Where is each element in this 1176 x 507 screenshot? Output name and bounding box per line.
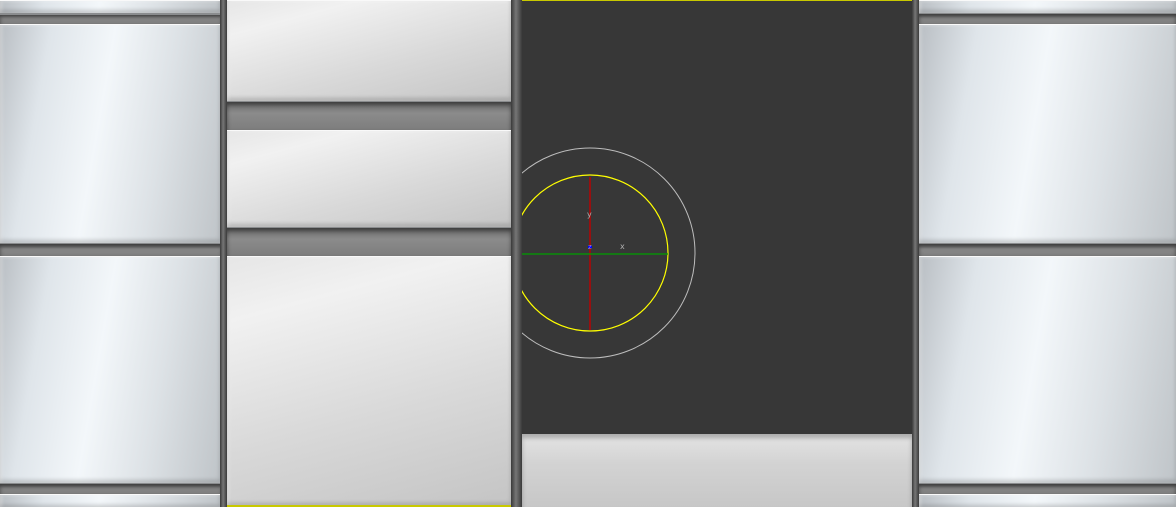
center-panel-middle bbox=[227, 130, 511, 229]
center-panel-top bbox=[227, 0, 511, 103]
left-groove-top bbox=[0, 14, 222, 24]
gizmo-label-y: y bbox=[587, 210, 592, 219]
seam-left bbox=[220, 0, 227, 507]
center-groove-1 bbox=[227, 102, 511, 130]
right-panel-top-strip bbox=[919, 0, 1176, 15]
right-panel-bottom-strip bbox=[919, 494, 1176, 507]
seam-right bbox=[912, 0, 919, 507]
seam-center bbox=[511, 0, 522, 507]
gizmo-label-z: z bbox=[588, 243, 592, 251]
right-groove-top bbox=[919, 14, 1176, 24]
transform-gizmo[interactable]: y z x bbox=[522, 1, 912, 435]
viewport-floor-panel bbox=[522, 434, 912, 507]
left-groove-bottom bbox=[0, 484, 222, 494]
left-panel-lower bbox=[0, 256, 220, 485]
center-panel-bottom bbox=[227, 256, 511, 507]
3d-scene-canvas[interactable]: y z x bbox=[0, 0, 1176, 507]
left-panel-bottom-strip bbox=[0, 494, 220, 507]
right-panel-upper bbox=[919, 24, 1176, 245]
left-panel-top-strip bbox=[0, 0, 220, 15]
right-panel-lower bbox=[919, 256, 1176, 485]
left-panel-upper bbox=[0, 24, 220, 245]
gizmo-inner-ring[interactable] bbox=[522, 174, 669, 332]
center-groove-2 bbox=[227, 228, 511, 256]
right-groove-bottom bbox=[919, 484, 1176, 494]
gizmo-label-x: x bbox=[620, 242, 625, 251]
right-groove-middle bbox=[919, 244, 1176, 256]
left-groove-middle bbox=[0, 244, 222, 256]
gizmo-outer-ring[interactable] bbox=[522, 147, 696, 359]
viewport[interactable]: y z x bbox=[522, 0, 912, 435]
